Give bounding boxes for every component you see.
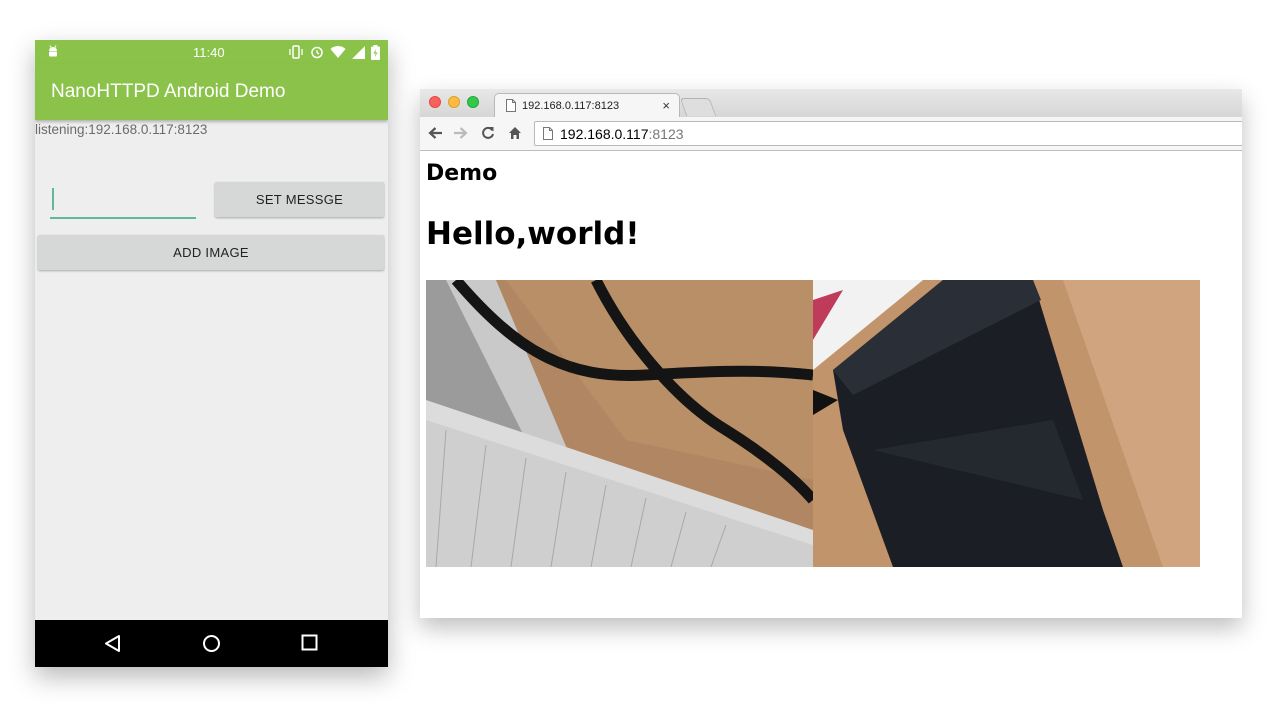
clock: 11:40 (193, 45, 225, 60)
photo-leather-pouch (813, 280, 1200, 567)
app-title: NanoHTTPD Android Demo (51, 81, 286, 102)
reload-icon[interactable] (481, 126, 495, 140)
address-bar[interactable]: 192.168.0.117:8123 (534, 121, 1242, 146)
alarm-icon (311, 46, 323, 59)
back-arrow-icon[interactable] (428, 126, 443, 140)
photo-black-cord (426, 280, 813, 567)
wifi-icon (330, 46, 346, 58)
set-message-button[interactable]: SET MESSGE (215, 182, 384, 217)
url-port: :8123 (648, 126, 684, 142)
close-tab-icon[interactable]: × (662, 98, 670, 113)
new-tab-button[interactable] (679, 98, 717, 116)
url-text: 192.168.0.117:8123 (560, 126, 684, 142)
close-window-button[interactable] (429, 96, 441, 108)
nav-bar (35, 620, 388, 667)
page-icon (506, 99, 516, 112)
listening-status: listening:192.168.0.117:8123 (35, 122, 208, 137)
status-bar: 11:40 (35, 40, 388, 64)
android-icon (49, 45, 57, 57)
text-cursor (52, 188, 54, 210)
tab-title: 192.168.0.117:8123 (522, 100, 620, 112)
browser-tab[interactable]: 192.168.0.117:8123 × (494, 93, 680, 118)
back-icon[interactable] (104, 634, 121, 653)
browser-toolbar: 192.168.0.117:8123 (420, 117, 1242, 151)
page-icon (543, 127, 553, 140)
browser-window: 192.168.0.117:8123 × 192.168.0.117:8123 … (420, 89, 1242, 618)
recents-icon[interactable] (301, 634, 318, 651)
home-icon[interactable] (508, 126, 522, 140)
home-icon[interactable] (202, 634, 221, 653)
battery-icon (371, 44, 380, 60)
add-image-button[interactable]: ADD IMAGE (38, 235, 384, 270)
vibrate-icon (289, 45, 303, 59)
page-content: Demo Hello,world! (420, 152, 1242, 618)
app-bar: NanoHTTPD Android Demo (35, 64, 388, 120)
page-message: Hello,world! (426, 216, 640, 252)
forward-arrow-icon[interactable] (453, 126, 468, 140)
signal-icon (352, 45, 365, 59)
zoom-window-button[interactable] (467, 96, 479, 108)
android-phone: 11:40 NanoHTTPD Android Demo listening:1… (35, 40, 388, 667)
tab-strip: 192.168.0.117:8123 × (420, 89, 1242, 118)
message-input[interactable] (50, 185, 196, 219)
minimize-window-button[interactable] (448, 96, 460, 108)
url-host: 192.168.0.117 (560, 126, 649, 142)
page-heading: Demo (426, 161, 498, 186)
